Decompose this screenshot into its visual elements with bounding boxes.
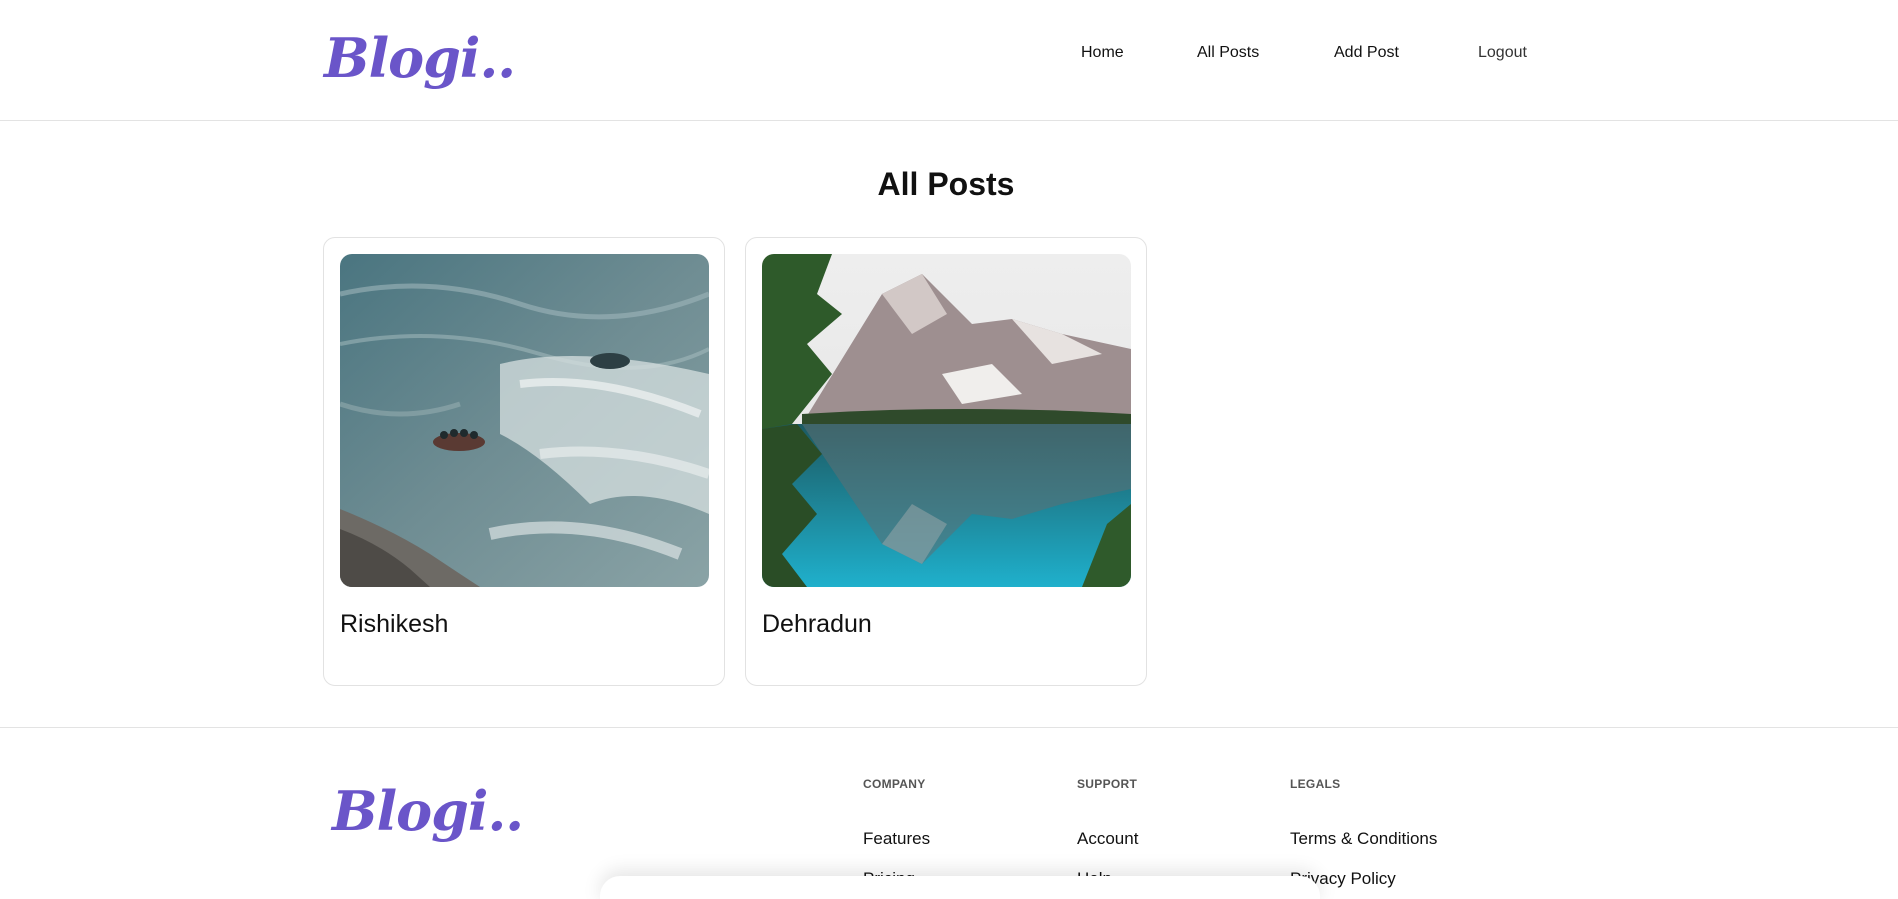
nav-add-post-link[interactable]: Add Post xyxy=(1334,44,1399,62)
nav-home-link[interactable]: Home xyxy=(1081,44,1124,62)
footer-heading-support: SUPPORT xyxy=(1077,777,1138,791)
post-card[interactable]: Dehradun xyxy=(745,237,1147,686)
site-footer: Blogi.. COMPANY Features Pricing SUPPORT… xyxy=(0,727,1898,899)
footer-link-account[interactable]: Account xyxy=(1077,829,1138,849)
footer-heading-legals: LEGALS xyxy=(1290,777,1341,791)
page-title: All Posts xyxy=(877,166,1015,202)
nav-all-posts-link[interactable]: All Posts xyxy=(1197,44,1259,62)
post-title[interactable]: Rishikesh xyxy=(340,610,448,639)
bottom-overlay-edge xyxy=(600,876,1320,899)
post-image-lake[interactable] xyxy=(762,254,1131,587)
footer-link-terms[interactable]: Terms & Conditions xyxy=(1290,829,1437,849)
logout-button[interactable]: Logout xyxy=(1478,44,1527,62)
post-card[interactable]: Rishikesh xyxy=(323,237,725,686)
footer-logo[interactable]: Blogi.. xyxy=(332,779,524,843)
footer-heading-company: COMPANY xyxy=(863,777,926,791)
site-header: Blogi.. Home All Posts Add Post Logout xyxy=(0,0,1898,121)
footer-link-features[interactable]: Features xyxy=(863,829,930,849)
post-image-river[interactable] xyxy=(340,254,709,587)
post-title[interactable]: Dehradun xyxy=(762,610,872,639)
brand-logo[interactable]: Blogi.. xyxy=(324,26,516,90)
